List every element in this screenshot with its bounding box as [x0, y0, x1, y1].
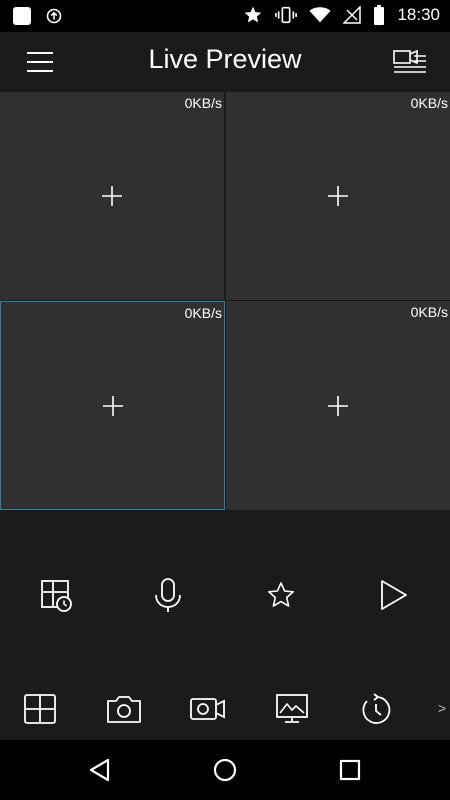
snapshot-icon: [107, 696, 141, 723]
bitrate-label: 0KB/s: [410, 95, 448, 111]
battery-icon: [373, 5, 385, 25]
home-button[interactable]: [210, 755, 240, 785]
status-time: 18:30: [397, 5, 440, 24]
microphone-button[interactable]: [144, 571, 192, 619]
play-icon: [381, 580, 407, 610]
upload-icon: [46, 8, 62, 24]
history-icon: [362, 693, 391, 724]
bottom-toolbar: >: [0, 680, 450, 740]
bitrate-label: 0KB/s: [184, 305, 222, 321]
app-icon: [12, 6, 32, 26]
playback-schedule-icon: [41, 580, 72, 612]
vibrate-icon: [275, 5, 298, 25]
preview-cell-2[interactable]: 0KB/s: [226, 92, 450, 300]
back-button[interactable]: [85, 755, 115, 785]
preview-cell-4[interactable]: 0KB/s: [226, 301, 450, 510]
snapshot-button[interactable]: [104, 692, 144, 726]
recents-button[interactable]: [335, 755, 365, 785]
record-button[interactable]: [188, 692, 228, 726]
toolbar-more-arrow[interactable]: >: [438, 700, 446, 716]
image-quality-icon: [276, 694, 308, 723]
bitrate-label: 0KB/s: [410, 304, 448, 320]
device-list-button[interactable]: [392, 47, 428, 77]
record-icon: [190, 698, 225, 720]
recents-icon: [339, 759, 361, 781]
preview-grid: 0KB/s 0KB/s 0KB/s 0KB/s: [0, 92, 450, 510]
preview-cell-1[interactable]: 0KB/s: [0, 92, 224, 300]
split-screen-button[interactable]: [20, 692, 60, 726]
control-row: [0, 510, 450, 680]
home-icon: [213, 758, 237, 782]
favorite-button[interactable]: [257, 571, 305, 619]
device-list-icon: [393, 49, 426, 73]
playback-schedule-button[interactable]: [32, 571, 80, 619]
play-button[interactable]: [369, 571, 417, 619]
add-camera-icon[interactable]: [101, 394, 125, 418]
page-title: Live Preview: [148, 44, 302, 74]
back-icon: [89, 758, 110, 782]
history-button[interactable]: [356, 692, 396, 726]
microphone-icon: [155, 578, 181, 612]
add-camera-icon[interactable]: [326, 394, 350, 418]
no-signal-icon: [343, 6, 362, 24]
image-quality-button[interactable]: [272, 692, 312, 726]
bitrate-label: 0KB/s: [184, 95, 222, 111]
status-bar: 18:30: [0, 0, 450, 32]
app-bar: Live Preview: [0, 32, 450, 92]
add-camera-icon[interactable]: [326, 184, 350, 208]
favorite-star-icon: [268, 582, 294, 607]
star-icon: [243, 5, 263, 25]
add-camera-icon[interactable]: [100, 184, 124, 208]
navigation-bar: [0, 740, 450, 800]
preview-cell-3[interactable]: 0KB/s: [0, 301, 225, 510]
split-screen-icon: [24, 694, 56, 724]
wifi-icon: [309, 6, 331, 24]
